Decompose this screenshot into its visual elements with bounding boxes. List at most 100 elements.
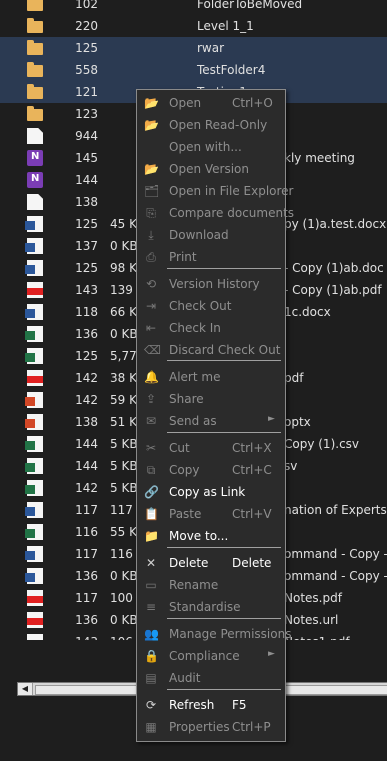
menu-item-open-version[interactable]: 📂 Open Version bbox=[137, 159, 285, 179]
menu-item-shortcut: Ctrl+V bbox=[232, 507, 272, 521]
word-icon bbox=[25, 568, 43, 584]
one-icon bbox=[27, 150, 43, 166]
pdf-icon bbox=[27, 590, 43, 606]
menu-item-label: Compliance bbox=[169, 649, 240, 663]
menu-item-rename[interactable]: ▭ Rename bbox=[137, 575, 285, 595]
menu-item-shortcut: Ctrl+O bbox=[232, 96, 273, 110]
menu-item-copy[interactable]: ⧉ Copy Ctrl+C bbox=[137, 460, 285, 480]
check-in-icon: ⇤ bbox=[145, 321, 157, 335]
menu-item-open-explorer[interactable]: 🗂 Open in File Explorer bbox=[137, 181, 293, 201]
row-id: 142 bbox=[75, 393, 98, 407]
row-id: 143 bbox=[62, 635, 98, 640]
menu-separator bbox=[167, 618, 281, 619]
word-icon bbox=[25, 216, 43, 232]
menu-item-share[interactable]: ⇪ Share bbox=[137, 389, 285, 409]
menu-item-open-readonly[interactable]: 📂 Open Read-Only bbox=[137, 115, 285, 135]
menu-item-shortcut: F5 bbox=[232, 698, 247, 712]
menu-item-print[interactable]: ⎙ Print bbox=[137, 247, 285, 267]
properties-icon: ▦ bbox=[145, 720, 157, 734]
share-icon: ⇪ bbox=[145, 392, 157, 406]
list-row[interactable]: 102 FolderToBeMoved bbox=[0, 0, 387, 15]
menu-item-label: Rename bbox=[169, 578, 219, 592]
row-name-tail: ommand - Copy - Co bbox=[284, 569, 387, 583]
doc-icon bbox=[27, 194, 43, 210]
menu-item-standardise[interactable]: ≡ Standardise bbox=[137, 597, 285, 617]
paste-icon: 📋 bbox=[144, 507, 159, 521]
row-id: 125 bbox=[75, 41, 98, 55]
menu-item-label: Standardise bbox=[169, 600, 241, 614]
row-id: 142 bbox=[75, 371, 98, 385]
link-icon: 🔗 bbox=[144, 485, 159, 499]
row-id: 142 bbox=[75, 481, 98, 495]
menu-item-label: Check In bbox=[169, 321, 221, 335]
folder-open-icon: 📂 bbox=[144, 118, 159, 132]
row-id: 116 bbox=[75, 525, 98, 539]
context-menu: 📂 Open Ctrl+O 📂 Open Read-Only Open with... 📂 O… bbox=[136, 89, 294, 742]
submenu-arrow-icon: ► bbox=[268, 414, 275, 424]
menu-item-label: Print bbox=[169, 250, 197, 264]
copy-icon: ⧉ bbox=[146, 463, 156, 477]
folder-icon bbox=[27, 40, 43, 55]
menu-item-label: Discard Check Out bbox=[169, 343, 281, 357]
explorer-icon: 🗂 bbox=[144, 184, 160, 198]
one-icon bbox=[27, 172, 43, 188]
menu-separator bbox=[167, 689, 281, 690]
menu-item-copy-as-link[interactable]: 🔗 Copy as Link bbox=[137, 482, 285, 502]
ppt-icon bbox=[25, 414, 43, 430]
folder-icon bbox=[27, 62, 43, 77]
folder-icon bbox=[27, 106, 43, 121]
menu-item-send-as[interactable]: ✉ Send as ► bbox=[137, 411, 285, 431]
delete-icon: ✕ bbox=[145, 556, 157, 570]
menu-item-compliance[interactable]: 🔒 Compliance ► bbox=[137, 646, 285, 666]
doc-icon bbox=[27, 128, 43, 144]
row-id: 138 bbox=[75, 415, 98, 429]
menu-item-open[interactable]: 📂 Open Ctrl+O bbox=[137, 93, 285, 113]
row-id: 137 bbox=[75, 239, 98, 253]
folder-open-icon: 📂 bbox=[144, 96, 159, 110]
menu-item-manage-permissions[interactable]: 👥 Manage Permissions bbox=[137, 624, 291, 644]
pdf-icon bbox=[27, 612, 43, 628]
row-id: 136 bbox=[75, 569, 98, 583]
menu-item-label: Share bbox=[169, 392, 204, 406]
menu-item-compare[interactable]: ⎘ Compare documents bbox=[137, 203, 294, 223]
menu-item-delete[interactable]: ✕ Delete Delete bbox=[137, 553, 285, 573]
row-name: rwar bbox=[197, 41, 225, 55]
printer-icon: ⎙ bbox=[146, 250, 156, 264]
row-id: 117 bbox=[75, 547, 98, 561]
menu-item-open-with[interactable]: Open with... bbox=[137, 137, 285, 157]
menu-item-cut[interactable]: ✂ Cut Ctrl+X bbox=[137, 438, 285, 458]
menu-item-discard-check-out[interactable]: ⌫ Discard Check Out bbox=[137, 340, 285, 360]
row-name-tail: kly meeting bbox=[284, 151, 355, 165]
menu-item-check-out[interactable]: ⇥ Check Out bbox=[137, 296, 285, 316]
menu-item-alert-me[interactable]: 🔔 Alert me bbox=[137, 367, 285, 387]
list-row[interactable]: 558 TestFolder4 bbox=[0, 59, 387, 81]
pdf-icon bbox=[27, 282, 43, 298]
row-name-tail: Copy (1).csv bbox=[284, 437, 360, 451]
folder-icon bbox=[27, 18, 43, 33]
menu-item-paste[interactable]: 📋 Paste Ctrl+V bbox=[137, 504, 285, 524]
menu-item-label: Version History bbox=[169, 277, 260, 291]
bell-icon: 🔔 bbox=[144, 370, 159, 384]
menu-item-download[interactable]: ⤓ Download bbox=[137, 225, 285, 245]
menu-item-move-to[interactable]: 📁 Move to... bbox=[137, 526, 285, 546]
menu-item-label: Open Read-Only bbox=[169, 118, 268, 132]
menu-item-label: Manage Permissions bbox=[169, 627, 292, 641]
menu-item-shortcut: Delete bbox=[232, 556, 272, 570]
scroll-left-arrow-icon[interactable]: ◀ bbox=[18, 683, 33, 695]
menu-item-version-history[interactable]: ⟲ Version History bbox=[137, 274, 285, 294]
row-id: 138 bbox=[75, 195, 98, 209]
row-name-tail: Notes.pdf bbox=[284, 591, 342, 605]
row-name-tail: nation of Expertsa.D bbox=[284, 503, 387, 517]
row-id: 118 bbox=[75, 305, 98, 319]
row-size: 0 KB bbox=[110, 239, 138, 253]
list-row[interactable]: 220 Level 1_1 bbox=[0, 15, 387, 37]
menu-item-refresh[interactable]: ⟳ Refresh F5 bbox=[137, 695, 285, 715]
menu-item-label: Check Out bbox=[169, 299, 232, 313]
list-row[interactable]: 125 rwar bbox=[0, 37, 387, 59]
menu-item-label: Download bbox=[169, 228, 229, 242]
row-name-tail: ommand - Copy - Co bbox=[284, 547, 387, 561]
menu-item-audit[interactable]: ▤ Audit bbox=[137, 668, 285, 688]
menu-item-check-in[interactable]: ⇤ Check In bbox=[137, 318, 285, 338]
menu-item-shortcut: Ctrl+C bbox=[232, 463, 272, 477]
menu-item-properties[interactable]: ▦ Properties Ctrl+P bbox=[137, 717, 285, 737]
